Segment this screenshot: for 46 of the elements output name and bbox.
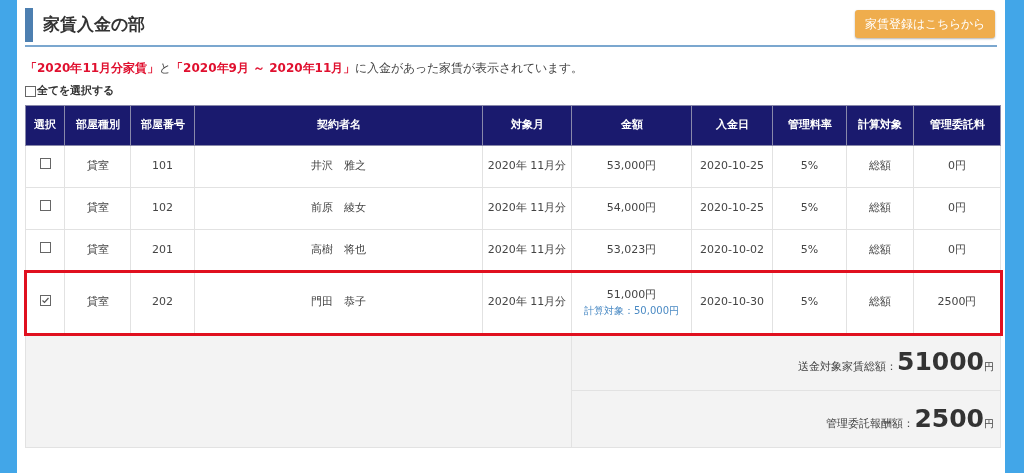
table-cell: 0円 xyxy=(913,187,1001,230)
table-cell: 5% xyxy=(772,145,847,188)
column-header: 対象月 xyxy=(482,105,572,146)
table-cell-text: 51,000円 xyxy=(606,286,657,303)
table-cell: 101 xyxy=(130,145,195,188)
column-header: 契約者名 xyxy=(194,105,483,146)
currency-unit: 円 xyxy=(984,360,994,375)
title-accent-bar xyxy=(25,8,33,42)
table-cell: 井沢 雅之 xyxy=(194,145,483,188)
checkbox[interactable] xyxy=(39,200,51,212)
checkbox[interactable] xyxy=(39,158,51,170)
checkbox[interactable] xyxy=(39,295,51,307)
table-cell: 0円 xyxy=(913,145,1001,188)
column-header: 部屋種別 xyxy=(64,105,131,146)
table-cell: 総額 xyxy=(846,187,914,230)
total-label: 管理委託報酬額： xyxy=(826,416,915,433)
table-cell: 2020年 11月分 xyxy=(482,145,572,188)
column-header: 部屋番号 xyxy=(130,105,195,146)
currency-unit: 円 xyxy=(984,417,994,432)
table-cell: 貸室 xyxy=(64,187,131,230)
column-header: 計算対象 xyxy=(846,105,914,146)
table-cell: 54,000円 xyxy=(606,200,657,217)
table-cell: 2020年 11月分 xyxy=(482,187,572,230)
column-header: 管理委託料 xyxy=(913,105,1001,146)
table-cell: 前原 綾女 xyxy=(194,187,483,230)
table-cell: 53,023円 xyxy=(606,242,657,259)
select-all-label[interactable]: 全てを選択する xyxy=(37,82,114,100)
section-title: 家賃入金の部 xyxy=(43,13,145,37)
description-text: 「2020年11月分家賃」と「2020年9月 ～ 2020年11月」に入金があった家賃が表示されています。 xyxy=(25,60,585,77)
checkbox[interactable] xyxy=(39,242,51,254)
total-value: 2500 xyxy=(914,403,984,436)
total-label: 送金対象家賃総額： xyxy=(798,359,897,376)
column-header: 入金日 xyxy=(691,105,773,146)
table-cell: 53,000円 xyxy=(606,158,657,175)
calculation-note: 計算対象：50,000円 xyxy=(584,304,679,319)
table-cell: 5% xyxy=(772,187,847,230)
column-header: 選択 xyxy=(25,105,65,146)
table-cell: 2020-10-25 xyxy=(691,145,773,188)
total-value: 51000 xyxy=(897,346,984,379)
column-header: 管理料率 xyxy=(772,105,847,146)
table-cell: 2020-10-25 xyxy=(691,187,773,230)
table-cell: 102 xyxy=(130,187,195,230)
table-cell: 貸室 xyxy=(64,145,131,188)
table-cell: 総額 xyxy=(846,145,914,188)
checkbox[interactable] xyxy=(25,85,36,97)
column-header: 金額 xyxy=(571,105,692,146)
